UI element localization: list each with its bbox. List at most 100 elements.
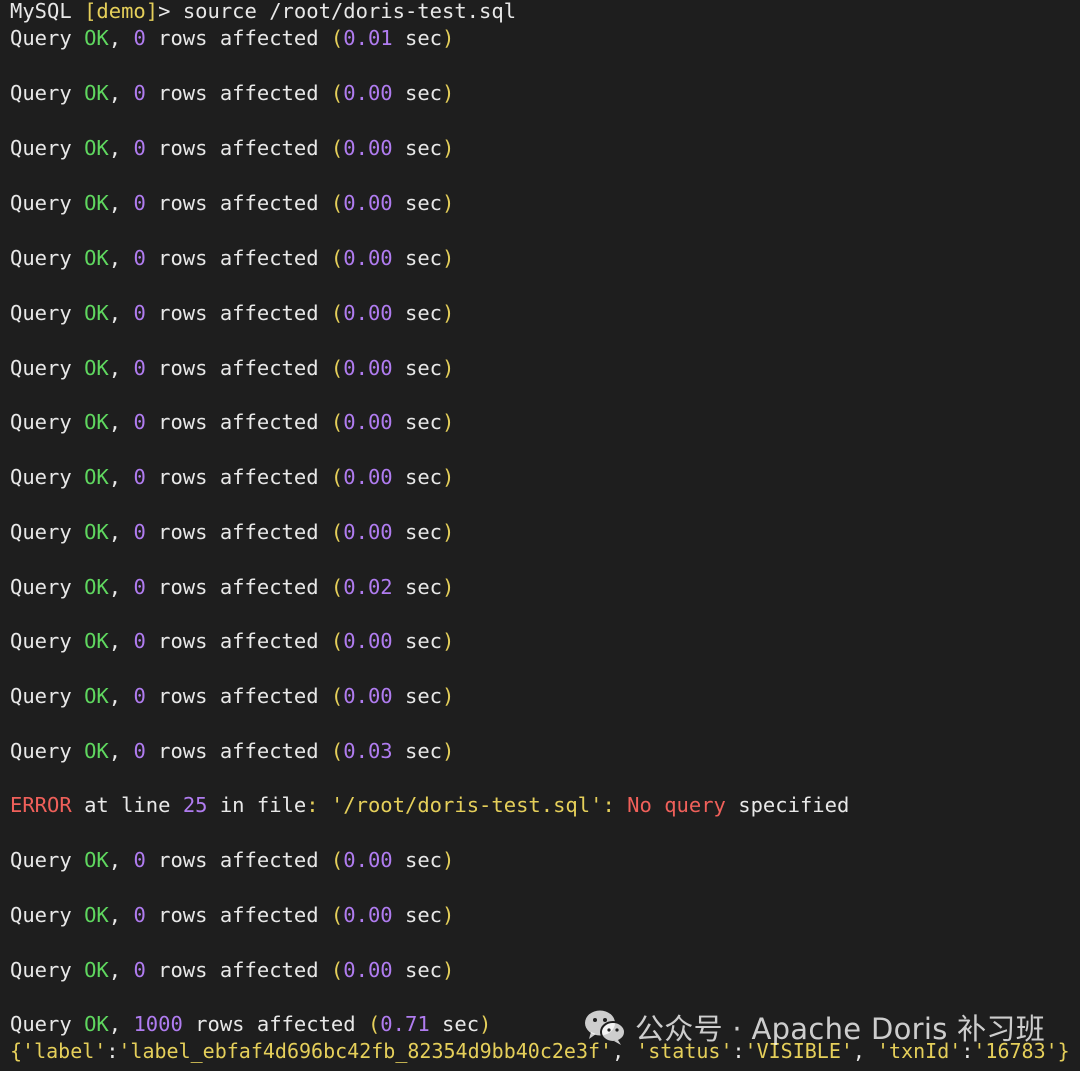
sec-unit: sec	[404, 903, 443, 927]
paren-open: (	[330, 410, 344, 434]
sec-unit: sec	[404, 465, 443, 489]
sec-unit: sec	[404, 136, 443, 160]
rows-affected-text: rows affected	[158, 958, 319, 982]
comma: ,	[108, 191, 122, 215]
ok-status: OK	[84, 465, 109, 489]
sec-unit: sec	[404, 629, 443, 653]
rows-count: 0	[133, 191, 146, 215]
paren-open: (	[330, 684, 344, 708]
paren-open: (	[330, 848, 344, 872]
paren-open: (	[330, 356, 344, 380]
result-line: Query OK, 0 rows affected (0.00 sec)	[10, 81, 454, 105]
rows-affected-text: rows affected	[158, 848, 319, 872]
result-line: Query OK, 0 rows affected (0.00 sec)	[10, 410, 454, 434]
ok-status: OK	[84, 1012, 109, 1036]
ok-status: OK	[84, 81, 109, 105]
sec-unit: sec	[404, 246, 443, 270]
result-line: Query OK, 0 rows affected (0.03 sec)	[10, 739, 454, 763]
terminal-window[interactable]: MySQL [demo]> source /root/doris-test.sq…	[0, 0, 1080, 1071]
query-word: Query	[10, 136, 72, 160]
comma: ,	[108, 81, 122, 105]
error-in-file: in file	[219, 793, 307, 817]
comma: ,	[108, 629, 122, 653]
error-no: No	[627, 793, 652, 817]
watermark: 公众号 · Apache Doris 补习班	[583, 1004, 1045, 1050]
prompt-command: source /root/doris-test.sql	[182, 0, 517, 23]
rows-affected-text: rows affected	[158, 26, 319, 50]
rows-count: 0	[133, 958, 146, 982]
watermark-text: 公众号 · Apache Doris 补习班	[635, 1012, 1046, 1046]
elapsed-time: 0.00	[343, 684, 393, 708]
rows-affected-text: rows affected	[158, 410, 319, 434]
elapsed-time: 0.00	[343, 520, 393, 544]
result-line: Query OK, 0 rows affected (0.00 sec)	[10, 958, 454, 982]
result-line: Query OK, 0 rows affected (0.00 sec)	[10, 136, 454, 160]
comma: ,	[108, 958, 122, 982]
error-file-path: '/root/doris-test.sql'	[330, 793, 603, 817]
elapsed-time: 0.00	[343, 191, 393, 215]
paren-open: (	[330, 629, 344, 653]
comma: ,	[108, 848, 122, 872]
rows-affected-text: rows affected	[158, 246, 319, 270]
rows-count: 0	[133, 465, 146, 489]
query-word: Query	[10, 26, 72, 50]
comma: ,	[108, 246, 122, 270]
paren-open: (	[367, 1012, 381, 1036]
rows-affected-text: rows affected	[158, 465, 319, 489]
ok-status: OK	[84, 191, 109, 215]
query-word: Query	[10, 356, 72, 380]
paren-close: )	[442, 520, 455, 544]
comma: ,	[108, 575, 122, 599]
rows-count: 0	[133, 410, 146, 434]
ok-status: OK	[84, 136, 109, 160]
rows-affected-text: rows affected	[158, 903, 319, 927]
elapsed-time: 0.03	[343, 739, 393, 763]
query-word: Query	[10, 684, 72, 708]
elapsed-time: 0.00	[343, 848, 393, 872]
elapsed-time: 0.00	[343, 246, 393, 270]
elapsed-time: 0.01	[343, 26, 393, 50]
sec-unit: sec	[404, 191, 443, 215]
rows-count: 0	[133, 26, 146, 50]
result-line: Query OK, 0 rows affected (0.00 sec)	[10, 356, 454, 380]
paren-close: )	[442, 246, 455, 270]
paren-close: )	[442, 301, 455, 325]
sec-unit: sec	[404, 684, 443, 708]
rows-count: 0	[133, 629, 146, 653]
comma: ,	[108, 301, 122, 325]
comma: ,	[108, 136, 122, 160]
query-word: Query	[10, 739, 72, 763]
ok-status: OK	[84, 410, 109, 434]
paren-open: (	[330, 191, 344, 215]
error-label: ERROR	[10, 793, 72, 817]
result-line: Query OK, 1000 rows affected (0.71 sec)	[10, 1012, 491, 1036]
result-line: Query OK, 0 rows affected (0.00 sec)	[10, 465, 454, 489]
error-at-line: at line	[84, 793, 171, 817]
query-word: Query	[10, 575, 72, 599]
paren-close: )	[442, 848, 455, 872]
comma: ,	[108, 26, 122, 50]
elapsed-time: 0.00	[343, 410, 393, 434]
prompt-line: MySQL [demo]> source /root/doris-test.sq…	[10, 0, 516, 23]
sec-unit: sec	[404, 520, 443, 544]
query-word: Query	[10, 410, 72, 434]
ok-status: OK	[84, 739, 109, 763]
comma: ,	[108, 684, 122, 708]
result-line: Query OK, 0 rows affected (0.01 sec)	[10, 26, 454, 50]
paren-close: )	[442, 410, 455, 434]
error-colon: :	[306, 793, 319, 817]
elapsed-time: 0.00	[343, 81, 393, 105]
rows-count: 0	[133, 903, 146, 927]
rows-count: 0	[133, 301, 146, 325]
result-line: Query OK, 0 rows affected (0.00 sec)	[10, 848, 454, 872]
error-specified: specified	[738, 793, 850, 817]
paren-close: )	[442, 575, 455, 599]
comma: ,	[108, 520, 122, 544]
ok-status: OK	[84, 356, 109, 380]
sec-unit: sec	[404, 301, 443, 325]
brace-open: {	[10, 1039, 23, 1063]
ok-status: OK	[84, 26, 109, 50]
prompt-database: [demo]	[84, 0, 159, 23]
query-word: Query	[10, 520, 72, 544]
paren-open: (	[330, 903, 344, 927]
